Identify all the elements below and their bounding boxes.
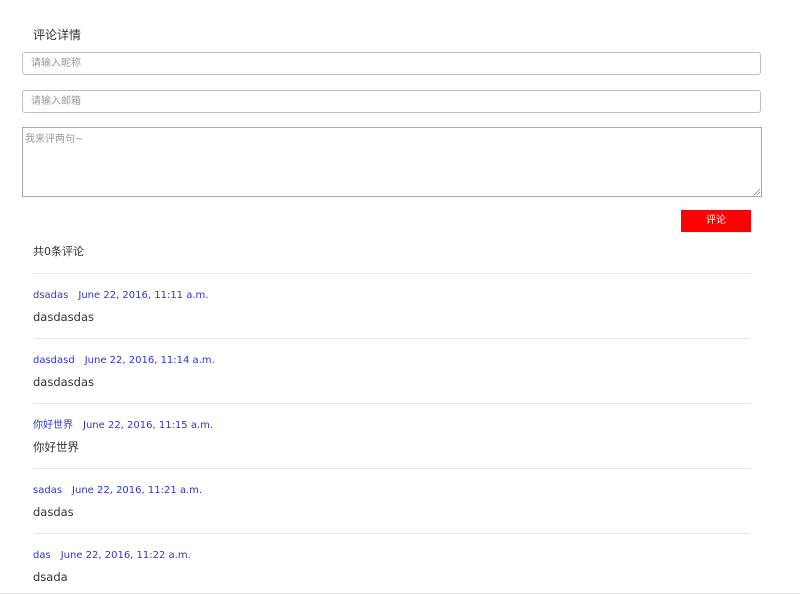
comment-meta: dsadas June 22, 2016, 11:11 a.m. [33, 289, 208, 302]
comment-date: June 22, 2016, 11:22 a.m. [60, 550, 191, 561]
comment-count: 共0条评论 [33, 245, 84, 258]
comment-meta: dasdasd June 22, 2016, 11:14 a.m. [33, 354, 215, 367]
comment-date: June 22, 2016, 11:21 a.m. [72, 485, 203, 496]
comment-date: June 22, 2016, 11:14 a.m. [84, 355, 215, 366]
comment-author-link[interactable]: das [33, 550, 51, 561]
comment-item: das June 22, 2016, 11:22 a.m. dsada [33, 533, 751, 594]
comment-author-link[interactable]: dsadas [33, 290, 68, 301]
comment-body: dasdas [33, 505, 74, 519]
comment-page: 评论详情 评论 共0条评论 dsadas June 22, 2016, 11:11… [0, 0, 800, 594]
comment-textarea[interactable] [22, 127, 762, 197]
comment-body: 你好世界 [33, 440, 79, 454]
comment-list: dsadas June 22, 2016, 11:11 a.m. dasdasda… [33, 273, 751, 594]
section-title: 评论详情 [33, 28, 82, 42]
comment-date: June 22, 2016, 11:15 a.m. [83, 420, 214, 431]
submit-comment-button[interactable]: 评论 [681, 210, 751, 232]
comment-body: dasdasdas [33, 375, 95, 389]
email-input[interactable] [22, 90, 761, 113]
comment-meta: sadas June 22, 2016, 11:21 a.m. [33, 484, 202, 497]
comment-item: sadas June 22, 2016, 11:21 a.m. dasdas [33, 468, 751, 533]
comment-author-link[interactable]: 你好世界 [33, 420, 73, 431]
comment-meta: das June 22, 2016, 11:22 a.m. [33, 549, 191, 562]
comment-date: June 22, 2016, 11:11 a.m. [78, 290, 209, 301]
comment-body: dsada [33, 570, 68, 584]
nickname-input[interactable] [22, 52, 761, 75]
comment-meta: 你好世界 June 22, 2016, 11:15 a.m. [33, 419, 213, 432]
comment-body: dasdasdas [33, 310, 95, 324]
comment-author-link[interactable]: dasdasd [33, 355, 75, 366]
comment-item: dasdasd June 22, 2016, 11:14 a.m. dasdasd… [33, 338, 751, 403]
comment-item: 你好世界 June 22, 2016, 11:15 a.m. 你好世界 [33, 403, 751, 468]
comment-item: dsadas June 22, 2016, 11:11 a.m. dasdasda… [33, 273, 751, 338]
comment-author-link[interactable]: sadas [33, 485, 62, 496]
